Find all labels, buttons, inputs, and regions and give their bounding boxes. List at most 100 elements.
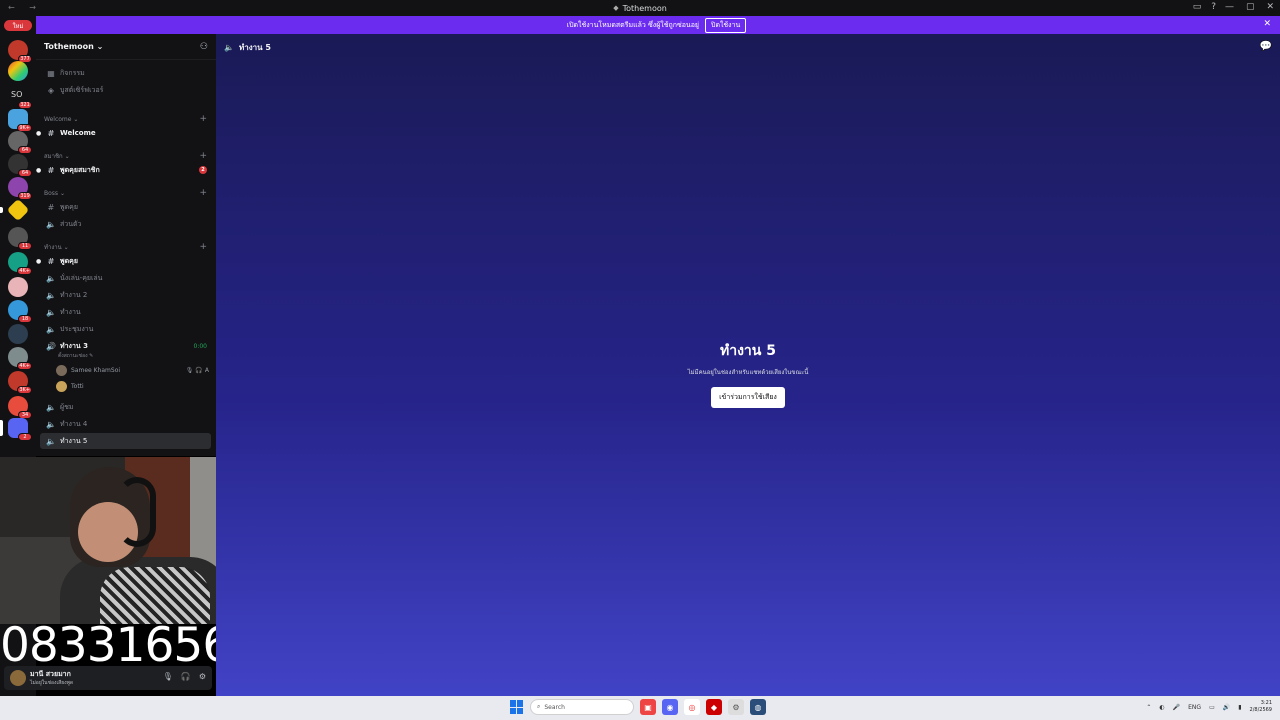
server-icon[interactable]: 3K+ [8, 371, 32, 394]
voice-channel-title: ทำงาน 5 [720, 343, 776, 359]
events-item[interactable]: ▦ กิจกรรม [40, 65, 211, 81]
server-icon[interactable]: 11 [8, 227, 32, 250]
voice-channel-icon: 🔈 [224, 42, 234, 52]
settings-app-icon[interactable]: ⚙ [728, 699, 744, 715]
server-icon[interactable]: 319 [8, 177, 32, 200]
headset-icon [118, 477, 156, 547]
voice-channel-icon: 🔊 [46, 341, 56, 351]
category-welcome[interactable]: Welcome ⌄ + [44, 113, 211, 125]
empty-voice-panel: ทำงาน 5 ไม่มีคนอยู่ในช่องสำหรับแชทด้วยเส… [648, 340, 848, 408]
join-voice-button[interactable]: เข้าร่วมการใช้เสียง [711, 387, 785, 408]
app-icon[interactable]: ◆ [706, 699, 722, 715]
server-icon[interactable]: 9K+ [8, 109, 32, 132]
voice-channel-subtitle: ไม่มีคนอยู่ในช่องสำหรับแชทด้วยเสียงในขณะ… [687, 369, 809, 376]
headphones-icon[interactable]: 🎧 [181, 672, 191, 681]
channel-member-talk[interactable]: ● # พูดคุยสมาชิก 2 [36, 162, 211, 178]
server-header[interactable]: Tothemoon ⌄ ⚇ [36, 34, 216, 60]
volume-icon[interactable]: 🔊 [1223, 704, 1230, 711]
channel-chill[interactable]: 🔈 นั่งเล่น-คุยเล่น [40, 270, 211, 286]
server-icon-selected[interactable]: 2 [8, 418, 32, 441]
category-work[interactable]: ทำงาน ⌄ + [44, 241, 211, 253]
server-icon[interactable]: 64 [8, 154, 32, 177]
avatar [56, 364, 67, 376]
tray-mic-icon[interactable]: 🎤 [1173, 704, 1180, 711]
voice-channel-icon: 🔈 [46, 307, 56, 317]
taskbar-search[interactable]: ⌕ Search [530, 699, 634, 715]
unread-pill [0, 207, 3, 213]
battery-icon[interactable]: ▮ [1238, 704, 1241, 711]
chrome-icon[interactable]: ◎ [684, 699, 700, 715]
settings-gear-icon[interactable]: ⚙ [199, 672, 206, 681]
server-icon[interactable] [8, 61, 28, 81]
voice-member[interactable]: Samee KhamSoi 🎙🎧A [56, 363, 211, 377]
minimize-button[interactable]: — [1225, 2, 1234, 12]
channel-work5[interactable]: 🔈 ทำงาน 5 [40, 433, 211, 449]
voice-member[interactable]: Totti [56, 379, 211, 393]
tray-app-icon[interactable]: ◐ [1159, 704, 1164, 711]
disable-streamer-button[interactable]: ปิดใช้งาน [705, 17, 747, 33]
new-badge[interactable]: ใหม่ [4, 20, 32, 31]
channel-boss-private[interactable]: 🔈 ส่วนตัว [40, 216, 211, 232]
avatar [56, 380, 67, 392]
channel-work[interactable]: 🔈 ทำงาน [40, 304, 211, 320]
close-button[interactable]: ✕ [1266, 2, 1274, 12]
server-icon[interactable]: 377 [8, 40, 32, 63]
user-avatar[interactable] [10, 670, 26, 686]
channel-waiting[interactable]: 🔈 ผู้ชม [40, 399, 211, 415]
channel-work2[interactable]: 🔈 ทำงาน 2 [40, 287, 211, 303]
server-boost-item[interactable]: ◈ บูสต์เซิร์ฟเวอร์ [40, 82, 211, 98]
discord-taskbar-icon[interactable]: ◉ [662, 699, 678, 715]
channel-work4[interactable]: 🔈 ทำงาน 4 [40, 416, 211, 432]
text-channel-icon: # [47, 256, 55, 266]
clock[interactable]: 3:21 2/8/2569 [1250, 700, 1272, 714]
nav-arrows[interactable]: ← → [8, 3, 42, 12]
server-icon[interactable]: 4K+ [8, 252, 32, 275]
category-boss[interactable]: Boss ⌄ + [44, 187, 211, 199]
server-icon[interactable]: 34 [8, 396, 32, 419]
maximize-button[interactable]: ▢ [1246, 2, 1255, 12]
channel-meeting[interactable]: 🔈 ประชุมงาน [40, 321, 211, 337]
banner-close-icon[interactable]: ✕ [1263, 19, 1271, 29]
voice-channel-icon: 🔈 [46, 402, 56, 412]
inbox-icon[interactable]: ▭ [1193, 2, 1202, 12]
server-icon[interactable] [8, 324, 28, 344]
titlebar-tools: ▭ ? [1193, 2, 1216, 12]
server-icon[interactable]: 64 [8, 131, 32, 154]
channel-header-title: ทำงาน 5 [238, 42, 271, 52]
network-icon[interactable]: ▭ [1209, 704, 1215, 711]
add-channel-icon[interactable]: + [199, 114, 207, 124]
category-members[interactable]: สมาชิก ⌄ + [44, 150, 211, 162]
mention-badge: 2 [199, 166, 207, 174]
voice-channel-icon: 🔈 [46, 419, 56, 429]
invite-people-icon[interactable]: ⚇ [200, 42, 208, 52]
add-channel-icon[interactable]: + [199, 188, 207, 198]
help-icon[interactable]: ? [1211, 2, 1216, 12]
language-indicator[interactable]: ENG [1188, 704, 1201, 711]
user-status: ไม่อยู่ในช่องเสียงพูด [30, 680, 74, 686]
banner-text: เปิดใช้งานโหมดสตรีมแล้ว ซึ่งผู้ใช้ถูกซ่อ… [566, 20, 700, 29]
channel-status[interactable]: ตั้งสถานะช่อง ✎ [58, 352, 93, 360]
channel-welcome[interactable]: ● # Welcome [36, 125, 211, 141]
main-voice-area: 🔈 ทำงาน 5 💬 ทำงาน 5 ไม่มีคนอยู่ในช่องสำห… [216, 34, 1280, 696]
server-icon[interactable] [8, 277, 28, 297]
server-icon[interactable] [6, 198, 30, 222]
tray-chevron-icon[interactable]: ⌃ [1146, 704, 1151, 711]
app-icon[interactable]: ◍ [750, 699, 766, 715]
server-icon[interactable]: 4K+ [8, 347, 32, 370]
app-icon[interactable]: ▣ [640, 699, 656, 715]
add-channel-icon[interactable]: + [199, 151, 207, 161]
chat-bubble-icon[interactable]: 💬 [1260, 41, 1272, 52]
microphone-icon[interactable]: 🎙 [163, 672, 173, 681]
channel-header: 🔈 ทำงาน 5 [216, 34, 1280, 60]
server-icon[interactable]: 321 [8, 86, 32, 109]
channel-talk[interactable]: ● # พูดคุย [36, 253, 211, 269]
channel-boss-talk[interactable]: # พูดคุย [40, 199, 211, 215]
voice-channel-icon: 🔈 [46, 324, 56, 334]
voice-channel-icon: 🔈 [46, 290, 56, 300]
user-panel: มานี สวยมาก ไม่อยู่ในช่องเสียงพูด 🎙 🎧 ⚙ [4, 666, 212, 690]
search-icon: ⌕ [537, 703, 541, 710]
server-icon[interactable]: 18 [8, 300, 32, 323]
windows-start-icon[interactable] [510, 700, 524, 714]
add-channel-icon[interactable]: + [199, 242, 207, 252]
voice-channel-icon: 🔈 [46, 273, 56, 283]
